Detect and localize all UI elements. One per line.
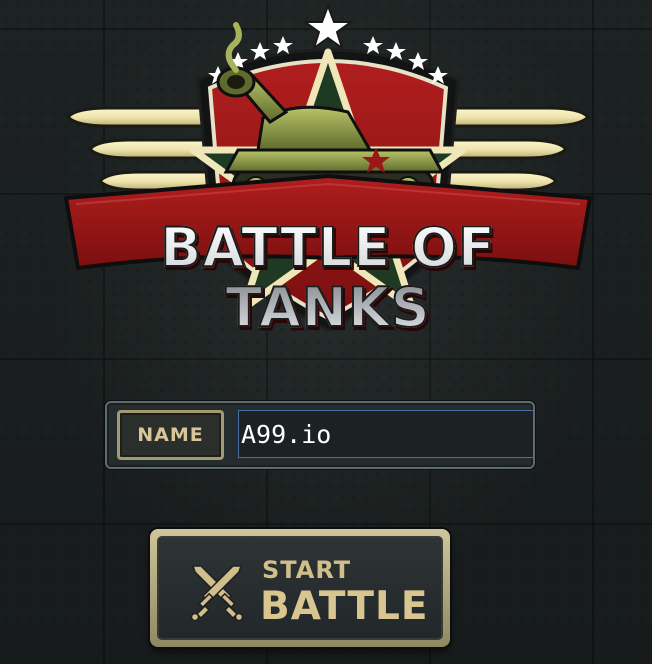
start-label: START <box>262 556 352 584</box>
game-screen: BATTLE OF TANKS NAME START BATTLE <box>0 0 652 664</box>
battle-label: BATTLE <box>260 584 429 629</box>
name-panel: NAME <box>105 401 535 469</box>
game-title: BATTLE OF TANKS <box>58 217 598 339</box>
start-battle-button[interactable]: START BATTLE <box>150 529 450 647</box>
start-battle-button-face[interactable]: START BATTLE <box>157 536 443 640</box>
name-input[interactable] <box>238 410 534 458</box>
crossed-swords-icon <box>190 565 244 622</box>
game-logo: BATTLE OF TANKS <box>58 0 598 345</box>
name-label: NAME <box>117 410 224 460</box>
